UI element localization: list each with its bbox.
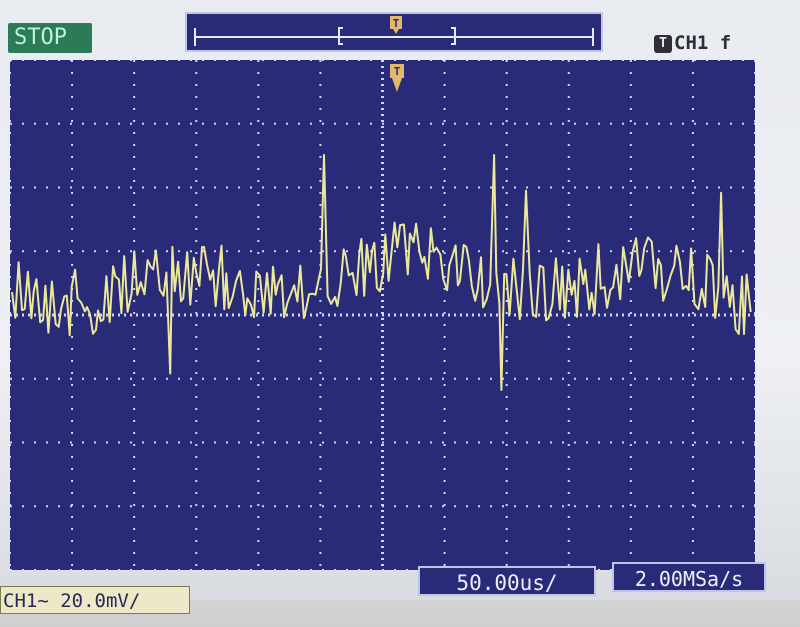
run-stop-status: STOP: [8, 23, 92, 53]
trigger-marker-label: T: [394, 65, 401, 78]
trigger-badge-icon: T: [654, 34, 672, 53]
trigger-source-label: CH1: [674, 32, 709, 54]
trigger-source-indicator: T CH1 f: [654, 30, 764, 56]
waveform-display: T: [9, 59, 756, 571]
trigger-slope-icon: f: [719, 32, 732, 54]
ch1-vertical-scale: CH1~ 20.0mV/: [0, 586, 190, 614]
trigger-position-marker-icon: T: [390, 16, 402, 34]
sample-rate-readout: 2.00MSa/s: [612, 562, 766, 592]
trigger-badge-label: T: [393, 17, 400, 30]
memory-bar-graphic: T: [194, 16, 594, 46]
waveform-grid-svg: T: [9, 59, 756, 571]
timebase-readout: 50.00us/: [418, 566, 596, 596]
memory-position-bar[interactable]: T: [185, 12, 603, 52]
